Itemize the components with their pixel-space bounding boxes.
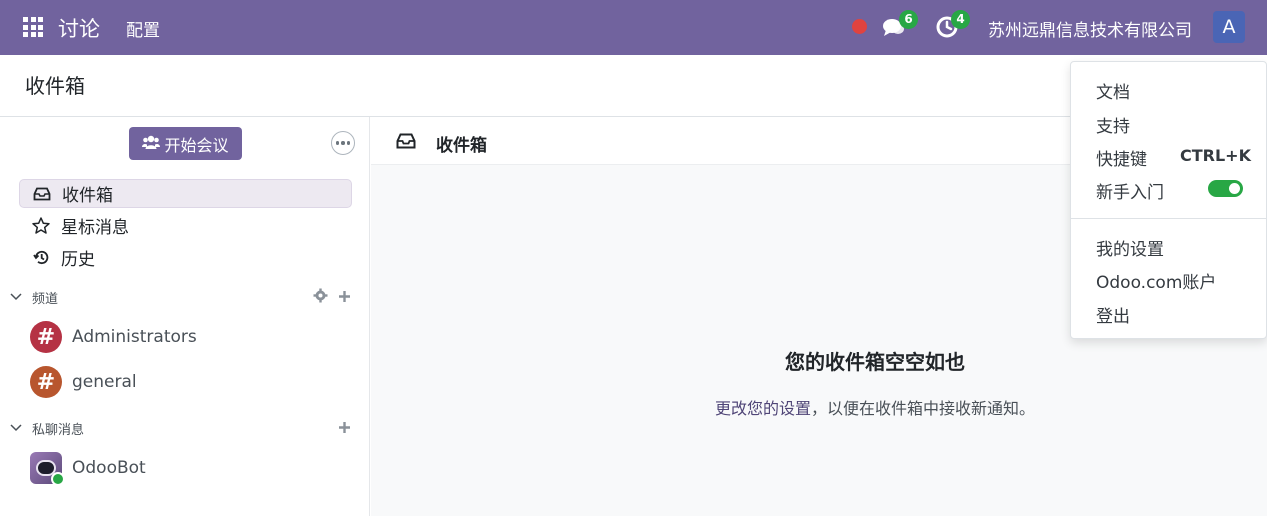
- chat-name: OdooBot: [72, 458, 146, 478]
- user-avatar[interactable]: A: [1213, 11, 1245, 43]
- star-icon: [19, 217, 61, 234]
- discuss-sidebar: 开始会议 收件箱 星标消息 历史 频道 # Administrators # g…: [0, 117, 370, 516]
- chat-odoobot[interactable]: OdooBot: [30, 452, 146, 486]
- sidebar-item-label: 星标消息: [61, 218, 129, 238]
- menu-item-support[interactable]: 支持: [1096, 112, 1130, 137]
- users-icon: [142, 134, 161, 154]
- start-meeting-label: 开始会议: [164, 135, 229, 155]
- direct-tools: [338, 419, 351, 438]
- menu-item-logout[interactable]: 登出: [1096, 302, 1130, 327]
- thread-title: 收件箱: [436, 136, 487, 156]
- add-channel-icon[interactable]: [338, 288, 351, 307]
- top-navbar: 讨论 配置 6 4 苏州远鼎信息技术有限公司 A: [0, 0, 1267, 55]
- hashtag-icon: #: [30, 366, 62, 398]
- gear-icon[interactable]: [313, 288, 328, 307]
- app-name[interactable]: 讨论: [58, 13, 100, 43]
- channels-category-toggle[interactable]: 频道: [10, 288, 58, 307]
- messages-badge: 6: [899, 10, 918, 29]
- history-icon: [19, 249, 61, 266]
- menu-item-preferences[interactable]: 我的设置: [1096, 235, 1164, 260]
- empty-inbox-message: 更改您的设置，以便在收件箱中接收新通知。: [371, 395, 1267, 419]
- menu-item-documentation[interactable]: 文档: [1096, 78, 1130, 103]
- inbox-icon: [396, 133, 416, 153]
- recording-dot-icon[interactable]: [852, 19, 867, 34]
- activities-badge: 4: [951, 10, 970, 29]
- menu-item-onboarding[interactable]: 新手入门: [1096, 178, 1164, 203]
- onboarding-toggle[interactable]: [1208, 180, 1243, 197]
- channels-header: 频道: [32, 292, 59, 307]
- online-status-icon: [51, 472, 65, 486]
- direct-header: 私聊消息: [32, 423, 85, 438]
- start-meeting-button[interactable]: 开始会议: [129, 127, 242, 160]
- channel-name: general: [72, 372, 137, 392]
- more-options-button[interactable]: [331, 131, 355, 155]
- menu-divider: [1071, 218, 1267, 219]
- odoobot-avatar: [30, 452, 65, 486]
- channel-general[interactable]: # general: [30, 366, 137, 398]
- sidebar-item-label: 历史: [61, 250, 95, 270]
- empty-inbox-text: ，以便在收件箱中接收新通知。: [811, 399, 1036, 418]
- page-title: 收件箱: [25, 74, 85, 98]
- chevron-down-icon: [10, 421, 22, 436]
- channel-name: Administrators: [72, 327, 197, 347]
- change-settings-link[interactable]: 更改您的设置: [715, 399, 811, 418]
- shortcuts-kbd: CTRL+K: [1180, 146, 1251, 165]
- menu-item-account[interactable]: Odoo.com账户: [1096, 268, 1216, 293]
- sidebar-item-inbox[interactable]: 收件箱: [19, 179, 352, 208]
- app-grid-icon[interactable]: [23, 17, 43, 37]
- menu-item-shortcuts[interactable]: 快捷键: [1096, 145, 1147, 170]
- chevron-down-icon: [10, 290, 22, 305]
- channels-tools: [313, 288, 351, 307]
- channel-administrators[interactable]: # Administrators: [30, 321, 197, 353]
- user-menu-dropdown: 文档 支持 快捷键 CTRL+K 新手入门 我的设置 Odoo.com账户 登出: [1070, 61, 1267, 339]
- empty-inbox-title: 您的收件箱空空如也: [785, 350, 965, 374]
- sidebar-item-starred[interactable]: 星标消息: [19, 211, 352, 240]
- inbox-icon: [20, 187, 62, 201]
- add-chat-icon[interactable]: [338, 419, 351, 438]
- company-switcher[interactable]: 苏州远鼎信息技术有限公司: [988, 16, 1192, 41]
- menu-config[interactable]: 配置: [115, 0, 171, 55]
- hashtag-icon: #: [30, 321, 62, 353]
- direct-category-toggle[interactable]: 私聊消息: [10, 419, 84, 438]
- sidebar-item-history[interactable]: 历史: [19, 243, 352, 272]
- sidebar-item-label: 收件箱: [62, 186, 113, 206]
